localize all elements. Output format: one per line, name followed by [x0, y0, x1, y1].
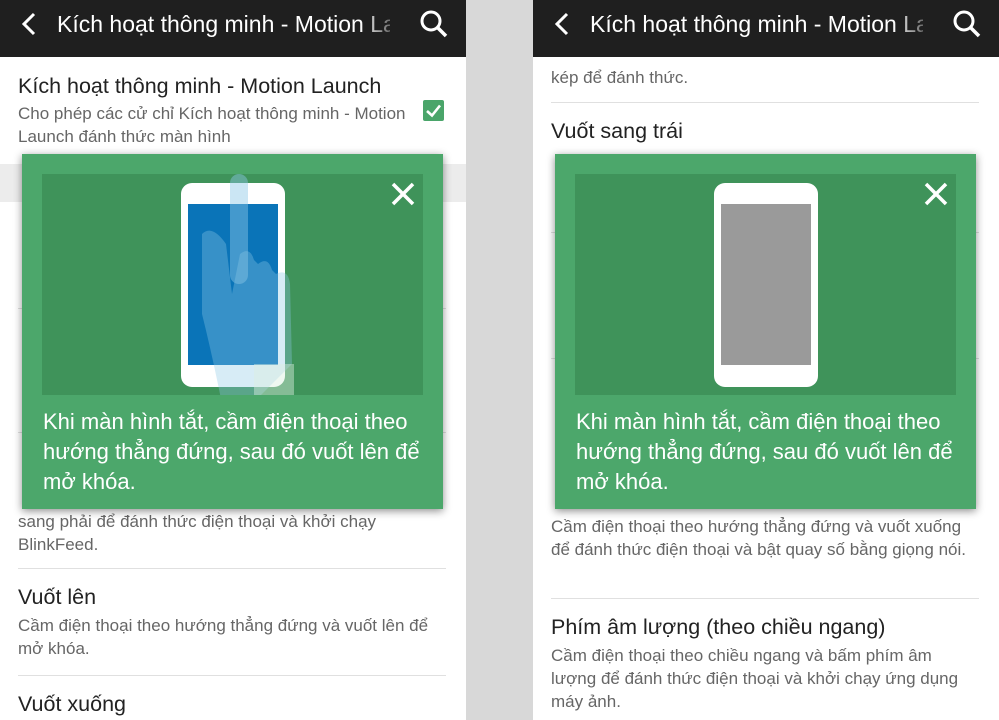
gesture-tutorial-popup: Khi màn hình tắt, cầm điện thoại theo hư… — [22, 154, 443, 509]
partial-description: kép để đánh thức. — [551, 66, 979, 89]
gesture-illustration — [42, 174, 423, 395]
phone-illustration — [714, 183, 818, 387]
left-screen: Kích hoạt thông minh - Motion Launch Kíc… — [0, 0, 466, 720]
item-description: sang phải để đánh thức điện thoại và khở… — [18, 512, 377, 554]
back-arrow-icon[interactable] — [14, 9, 44, 39]
close-icon[interactable] — [383, 174, 423, 214]
setting-title: Kích hoạt thông minh - Motion Launch — [18, 74, 382, 98]
item-description: Cầm điện thoại theo chiều ngang và bấm p… — [551, 646, 959, 711]
popup-instruction: Khi màn hình tắt, cầm điện thoại theo hư… — [576, 409, 953, 494]
list-item-volume-key[interactable]: Phím âm lượng (theo chiều ngang) Cầm điệ… — [551, 613, 979, 713]
item-title: Vuốt xuống — [18, 692, 126, 716]
item-description: Cầm điện thoại theo hướng thẳng đứng và … — [18, 616, 429, 658]
divider — [551, 102, 979, 103]
divider — [18, 568, 446, 569]
divider — [18, 675, 446, 676]
back-arrow-icon[interactable] — [547, 9, 577, 39]
setting-description: Cho phép các cử chỉ Kích hoạt thông minh… — [18, 104, 406, 146]
search-icon[interactable] — [418, 8, 450, 40]
gesture-tutorial-popup: Khi màn hình tắt, cầm điện thoại theo hư… — [555, 154, 976, 509]
partial-description: sang phải để đánh thức điện thoại và khở… — [18, 510, 446, 556]
item-title: Vuốt sang trái — [551, 119, 683, 143]
popup-instruction: Khi màn hình tắt, cầm điện thoại theo hư… — [43, 409, 420, 494]
page-title: Kích hoạt thông minh - Motion Launch — [57, 11, 390, 37]
checkmark-icon — [426, 104, 442, 118]
list-item-swipe-down[interactable]: Vuốt xuống — [18, 690, 446, 718]
motion-launch-checkbox[interactable] — [423, 100, 444, 121]
divider — [551, 598, 979, 599]
item-description: Cầm điện thoại theo hướng thẳng đứng và … — [551, 517, 966, 559]
right-screen: Kích hoạt thông minh - Motion Launch kép… — [533, 0, 999, 720]
item-title: Vuốt lên — [18, 585, 97, 609]
title-fade — [893, 0, 939, 57]
gesture-illustration — [575, 174, 956, 395]
app-bar: Kích hoạt thông minh - Motion Launch — [533, 0, 999, 57]
app-bar: Kích hoạt thông minh - Motion Launch — [0, 0, 466, 57]
motion-launch-setting[interactable]: Kích hoạt thông minh - Motion Launch Cho… — [18, 72, 446, 148]
page-title: Kích hoạt thông minh - Motion Launch — [590, 11, 923, 37]
list-item-swipe-up[interactable]: Vuốt lên Cầm điện thoại theo hướng thẳng… — [18, 583, 446, 660]
swipe-hand-icon — [202, 174, 294, 395]
item-description: kép để đánh thức. — [551, 68, 689, 87]
search-icon[interactable] — [951, 8, 983, 40]
item-title: Phím âm lượng (theo chiều ngang) — [551, 615, 886, 639]
list-item-swipe-left[interactable]: Vuốt sang trái — [551, 117, 979, 145]
close-icon[interactable] — [916, 174, 956, 214]
list-item-swipe-down[interactable]: Cầm điện thoại theo hướng thẳng đứng và … — [551, 515, 979, 561]
phone-screen-off — [721, 204, 811, 365]
title-fade — [360, 0, 406, 57]
